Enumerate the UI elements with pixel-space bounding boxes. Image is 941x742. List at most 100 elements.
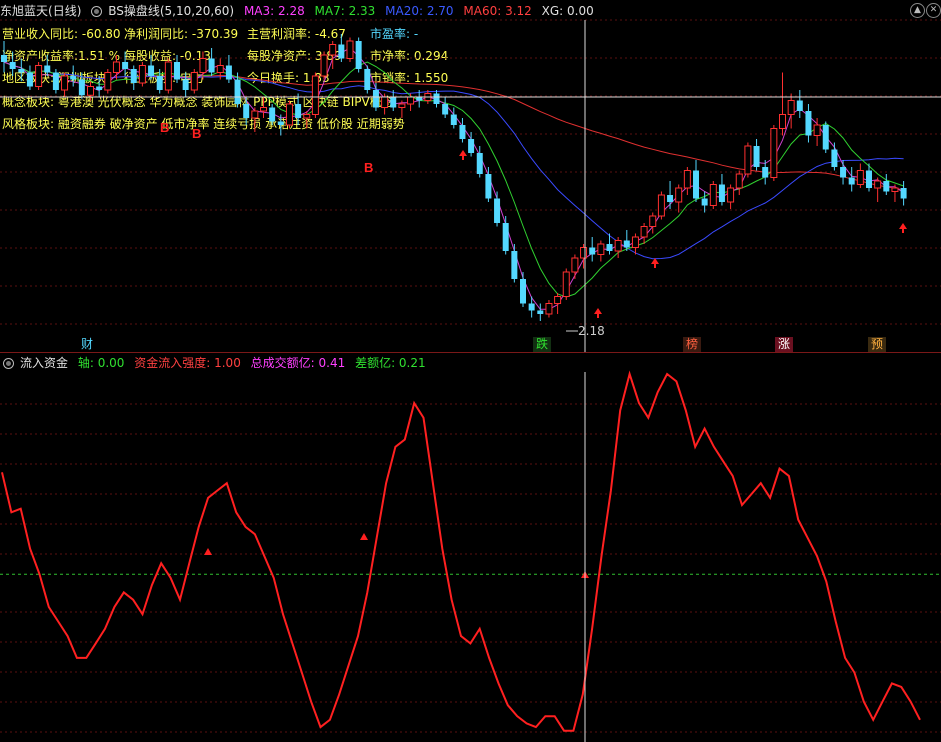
candle-body [122,62,129,69]
candle-body [631,236,639,248]
event-label-rank[interactable]: 榜 [683,337,702,352]
candle-body [148,65,155,76]
sub-title[interactable]: 流入资金 [20,356,68,370]
ma20-line [3,61,904,260]
candle-body [225,65,232,80]
candle-body [138,65,146,84]
candle-body [26,72,33,87]
candle-body [485,174,492,199]
candle-body [44,65,51,73]
candle-body [476,153,483,174]
b-mark: B [364,160,373,175]
candle-body [311,75,319,115]
event-label-rise[interactable]: 涨 [775,337,794,352]
candle-body [787,100,795,115]
flow-strength: 资金流入强度: 1.00 [134,356,241,370]
candle-body [589,247,596,255]
candle-body [735,173,743,189]
candle-body [87,86,94,96]
candle-body [796,100,803,111]
candle-body [866,170,872,188]
candle-body [243,104,250,118]
candle-body [450,114,457,125]
ma3-line [3,47,904,310]
candle-body [199,58,207,73]
candle-body [744,145,752,175]
candle-body [442,104,449,115]
candle-body [355,41,362,69]
candle-body [571,257,579,273]
candle-body [779,114,786,129]
candle-body [840,167,847,178]
sub-indicator-menu-icon[interactable] [3,358,14,369]
candle-body [606,244,613,251]
candle-body [251,110,259,119]
candle-body [554,296,562,304]
candle-body [753,146,760,167]
candle-body [693,170,699,199]
candle-body [338,44,345,59]
candle-body [614,240,622,252]
candle-body [675,187,683,203]
candle-body [303,114,311,119]
candle-body [805,111,812,136]
candle-body [61,75,69,91]
candle-body [649,215,657,227]
candle-body [459,125,466,139]
event-label-drop[interactable]: 跌 [533,337,552,352]
candle-body [78,79,85,96]
candle-body [96,86,103,90]
buy-arrow-icon [594,308,602,318]
event-label-forecast[interactable]: 预 [868,337,887,352]
net-diff: 差额亿: 0.21 [355,356,426,370]
candle-body [329,44,337,56]
candle-body [390,97,397,108]
candle-body [216,65,224,73]
candle-body [285,103,293,126]
candle-body [295,104,302,118]
candle-body [528,303,535,311]
pane-divider[interactable] [0,352,941,353]
candle-body [346,40,354,59]
candle-body [701,198,708,206]
candle-body [762,167,769,178]
sub-header: 流入资金 轴: 0.00 资金流入强度: 1.00 总成交额亿: 0.41 差额… [0,354,432,372]
candle-body [468,139,475,153]
candle-body [416,97,423,101]
candle-body [727,187,735,203]
candle-body [874,180,882,189]
candle-body [260,107,267,112]
candle-body [597,243,605,255]
candle-body [18,69,25,73]
candle-body [433,93,440,104]
flow-line [1,370,921,732]
candle-body [709,184,717,206]
buy-arrow-icon [459,150,467,160]
candle-body [813,124,821,136]
candle-body [407,96,415,105]
axis-value: 轴: 0.00 [77,356,125,370]
candle-body [856,170,864,185]
candle-body [900,188,907,199]
candle-body [364,69,371,90]
candle-body [883,181,890,192]
flow-arrow-icon [360,533,368,540]
candle-body [372,90,379,108]
candle-body [9,62,16,69]
candle-body [398,103,406,108]
candle-body [70,76,77,80]
candle-body [174,62,180,80]
candle-body [562,271,570,297]
candle-body [520,279,526,304]
candle-body [234,79,241,104]
candle-body [580,247,588,259]
candle-body [269,107,276,122]
candle-body [502,223,509,251]
event-label-finance[interactable]: 财 [78,337,96,352]
candle-body [667,195,674,202]
candle-body [1,55,7,62]
candle-body [494,198,501,223]
b-mark: B [160,120,169,135]
candle-body [208,58,215,73]
candle-body [156,76,163,90]
